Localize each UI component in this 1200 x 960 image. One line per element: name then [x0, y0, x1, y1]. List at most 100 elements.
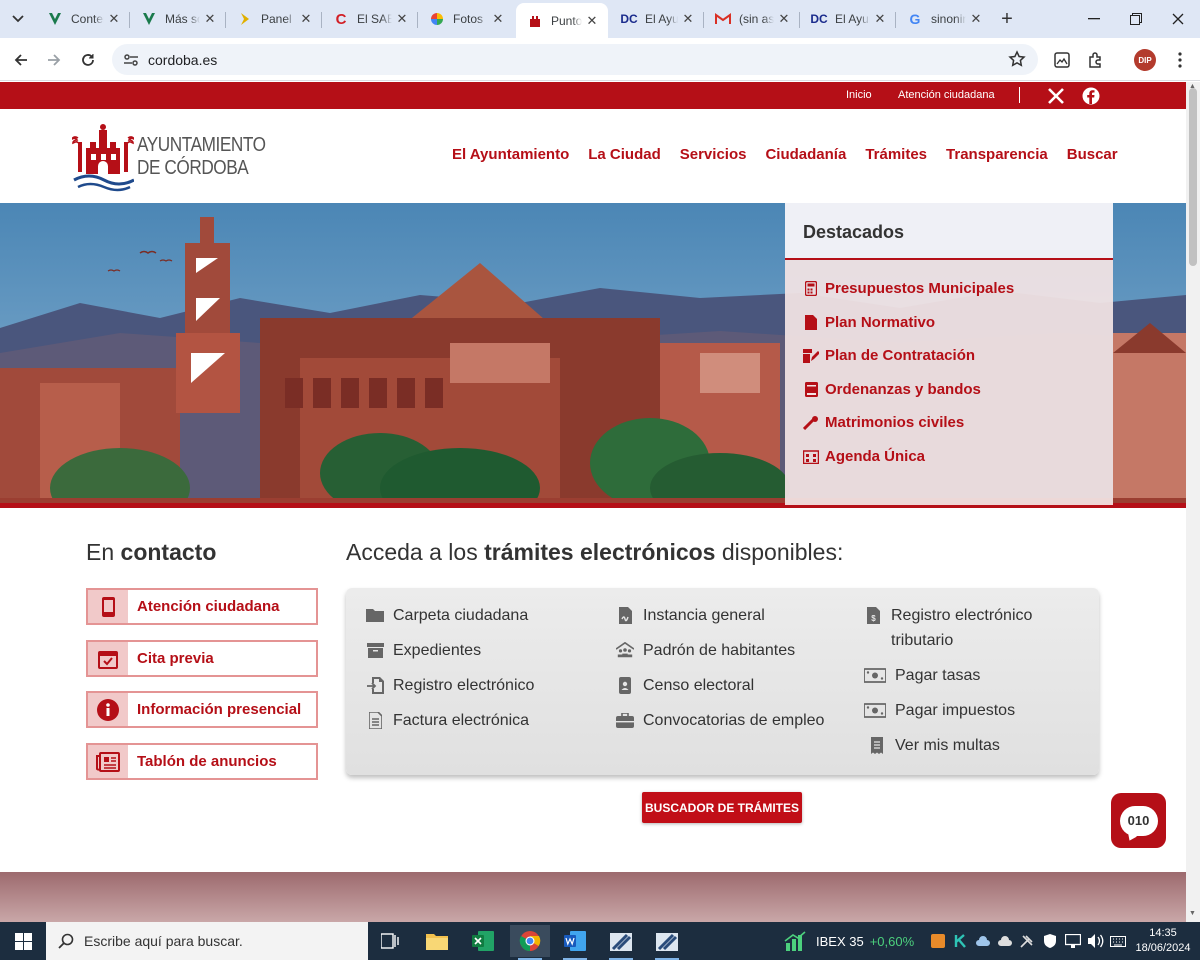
tramite-pagar-tasas[interactable]: Pagar tasas: [864, 663, 980, 688]
browser-tab[interactable]: Más sobre ✕: [130, 3, 226, 35]
close-tab-icon[interactable]: ✕: [582, 11, 602, 31]
browser-tab[interactable]: DC El Ayun ✕: [610, 3, 704, 35]
site-settings-icon[interactable]: [122, 51, 140, 69]
browser-tab[interactable]: Panel ✕: [226, 3, 322, 35]
task-view-button[interactable]: [370, 925, 410, 957]
destacado-presupuestos[interactable]: Presupuestos Municipales: [803, 280, 1014, 297]
destacado-agenda[interactable]: Agenda Única: [803, 448, 925, 465]
tramite-label: Pagar tasas: [895, 667, 981, 684]
bookmark-star-icon[interactable]: [1008, 50, 1026, 68]
volume-icon[interactable]: [1088, 933, 1104, 949]
scrollbar-thumb[interactable]: [1189, 88, 1197, 266]
close-tab-icon[interactable]: ✕: [966, 9, 986, 29]
contacto-tablon-anuncios[interactable]: Tablón de anuncios: [86, 743, 318, 780]
taskbar-clock[interactable]: 14:35 18/06/2024: [1133, 926, 1193, 956]
browser-tab[interactable]: Contenido ✕: [36, 3, 130, 35]
back-button[interactable]: [9, 48, 33, 72]
tab-search-button[interactable]: [6, 8, 30, 30]
close-tab-icon[interactable]: ✕: [296, 9, 316, 29]
tramite-factura-electronica[interactable]: Factura electrónica: [366, 708, 529, 733]
nav-ciudadania[interactable]: Ciudadanía: [765, 146, 846, 163]
destacado-matrimonios[interactable]: Matrimonios civiles: [803, 414, 964, 431]
tray-display-icon[interactable]: [1065, 933, 1081, 949]
taskbar-word[interactable]: [555, 925, 595, 960]
contacto-informacion-presencial[interactable]: Información presencial: [86, 691, 318, 728]
taskbar-file-explorer[interactable]: [417, 925, 457, 957]
topbar-link-inicio[interactable]: Inicio: [846, 89, 872, 101]
forward-button[interactable]: [42, 48, 66, 72]
taskbar-excel[interactable]: [463, 925, 503, 957]
taskbar-chrome[interactable]: [510, 925, 550, 960]
browser-tab[interactable]: G sinonimos ✕: [896, 3, 992, 35]
tramite-pagar-impuestos[interactable]: Pagar impuestos: [864, 698, 1015, 723]
restore-button[interactable]: [1122, 8, 1150, 30]
browser-tab[interactable]: Fotos ✕: [418, 3, 514, 35]
tray-onedrive-icon[interactable]: [997, 933, 1013, 949]
tray-k-icon[interactable]: [953, 933, 969, 949]
close-tab-icon[interactable]: ✕: [678, 9, 698, 29]
taskbar-app-2[interactable]: [647, 925, 687, 960]
nav-buscar[interactable]: Buscar: [1067, 146, 1118, 163]
x-twitter-icon[interactable]: [1047, 87, 1065, 105]
nav-tramites[interactable]: Trámites: [865, 146, 927, 163]
tramite-registro-electronico[interactable]: Registro electrónico: [366, 673, 534, 698]
topbar-link-atencion[interactable]: Atención ciudadana: [898, 89, 995, 101]
browser-tab[interactable]: (sin asunto) ✕: [704, 3, 800, 35]
close-tab-icon[interactable]: ✕: [870, 9, 890, 29]
browser-tab[interactable]: C El SAE ✕: [322, 3, 418, 35]
facebook-icon[interactable]: [1082, 87, 1100, 105]
nav-la-ciudad[interactable]: La Ciudad: [588, 146, 661, 163]
extensions-button[interactable]: [1084, 48, 1108, 72]
address-bar[interactable]: cordoba.es: [112, 44, 1038, 75]
scroll-down-arrow-icon[interactable]: ▼: [1189, 910, 1196, 917]
tramite-censo-electoral[interactable]: Censo electoral: [616, 673, 754, 698]
close-tab-icon[interactable]: ✕: [488, 9, 508, 29]
nav-el-ayuntamiento[interactable]: El Ayuntamiento: [452, 146, 569, 163]
contacto-cita-previa[interactable]: Cita previa: [86, 640, 318, 677]
chat-010-widget[interactable]: 010: [1111, 793, 1166, 848]
profile-avatar[interactable]: DIP: [1134, 49, 1156, 71]
close-tab-icon[interactable]: ✕: [774, 9, 794, 29]
contacto-atencion-ciudadana[interactable]: Atención ciudadana: [86, 588, 318, 625]
dc-logo-icon: DC: [620, 12, 638, 26]
destacado-plan-contratacion[interactable]: Plan de Contratación: [803, 347, 975, 364]
close-tab-icon[interactable]: ✕: [200, 9, 220, 29]
stock-widget[interactable]: IBEX 35 +0,60%: [784, 922, 914, 960]
nav-servicios[interactable]: Servicios: [680, 146, 747, 163]
destacados-header: Destacados: [785, 203, 1113, 260]
ayuntamiento-logo[interactable]: AYUNTAMIENTO DE CÓRDOBA: [72, 122, 266, 192]
tramite-registro-tributario[interactable]: $ Registro electrónico tributario: [864, 603, 1079, 653]
destacado-plan-normativo[interactable]: Plan Normativo: [803, 314, 935, 331]
tramite-convocatorias-empleo[interactable]: Convocatorias de empleo: [616, 708, 824, 733]
browser-tab[interactable]: DC El Ayun ✕: [800, 3, 896, 35]
tray-cloud-icon[interactable]: [975, 933, 991, 949]
tray-app-orange-icon[interactable]: [930, 933, 946, 949]
nav-transparencia[interactable]: Transparencia: [946, 146, 1048, 163]
reload-button[interactable]: [76, 48, 100, 72]
start-button[interactable]: [0, 922, 46, 960]
tramite-instancia-general[interactable]: Instancia general: [616, 603, 765, 628]
tramite-label: Padrón de habitantes: [643, 642, 796, 659]
page-scrollbar[interactable]: ▲ ▼: [1186, 82, 1200, 922]
tramite-label: Convocatorias de empleo: [643, 712, 825, 729]
tramite-expedientes[interactable]: Expedientes: [366, 638, 481, 663]
minimize-button[interactable]: [1080, 8, 1108, 30]
buscador-tramites-button[interactable]: BUSCADOR DE TRÁMITES: [642, 792, 802, 823]
taskbar-search-box[interactable]: Escribe aquí para buscar.: [46, 922, 368, 960]
google-lens-button[interactable]: [1050, 48, 1074, 72]
tramite-ver-multas[interactable]: Ver mis multas: [868, 733, 1000, 758]
tray-security-icon[interactable]: [1042, 933, 1058, 949]
close-window-button[interactable]: [1164, 8, 1192, 30]
new-tab-button[interactable]: +: [996, 8, 1018, 30]
browser-menu-button[interactable]: [1168, 48, 1192, 72]
tramite-carpeta-ciudadana[interactable]: Carpeta ciudadana: [366, 603, 528, 628]
keyboard-icon[interactable]: [1110, 933, 1126, 949]
close-tab-icon[interactable]: ✕: [392, 9, 412, 29]
taskbar-app-1[interactable]: [601, 925, 641, 960]
close-tab-icon[interactable]: ✕: [104, 9, 124, 29]
tramite-padron-habitantes[interactable]: Padrón de habitantes: [616, 638, 795, 663]
tab-title: Punto: [551, 13, 582, 28]
browser-tab-active[interactable]: Punto ✕: [516, 3, 608, 38]
destacado-ordenanzas[interactable]: Ordenanzas y bandos: [803, 381, 981, 398]
tray-tools-icon[interactable]: [1019, 933, 1035, 949]
